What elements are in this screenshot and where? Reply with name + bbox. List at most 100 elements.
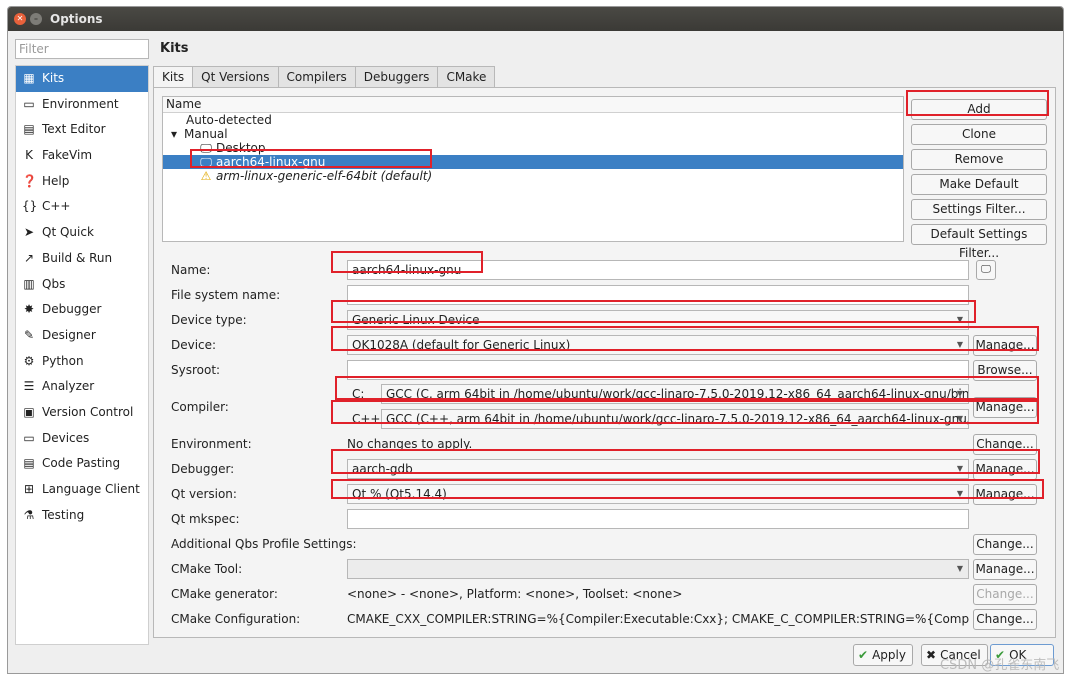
tab-kits[interactable]: Kits bbox=[153, 66, 194, 88]
remove-button[interactable]: Remove bbox=[911, 149, 1047, 170]
apply-button[interactable]: ✔ Apply bbox=[853, 644, 913, 666]
sidebar-item-devices[interactable]: ▭ Devices bbox=[16, 426, 148, 452]
python-icon: ⚙ bbox=[23, 353, 35, 368]
debugger-manage-button[interactable]: Manage... bbox=[973, 459, 1037, 480]
tab-qt-versions[interactable]: Qt Versions bbox=[192, 66, 279, 87]
cmake-tool-label: CMake Tool: bbox=[171, 562, 243, 576]
device-type-select[interactable]: Generic Linux Device ▼ bbox=[347, 310, 969, 330]
chevron-down-icon: ▼ bbox=[956, 564, 963, 573]
sidebar-item-qt-quick[interactable]: ➤ Qt Quick bbox=[16, 220, 148, 246]
qt-version-select[interactable]: Qt % (Qt5.14.4) ▼ bbox=[347, 484, 969, 504]
fakevim-icon: K bbox=[25, 148, 33, 163]
chevron-down-icon: ▼ bbox=[956, 340, 963, 349]
hammer-icon: ↗ bbox=[23, 250, 35, 265]
compiler-manage-button[interactable]: Manage... bbox=[973, 397, 1037, 418]
sidebar-item-label: Designer bbox=[42, 327, 96, 342]
file-system-name-field[interactable] bbox=[347, 285, 969, 305]
sidebar-item-testing[interactable]: ⚗ Testing bbox=[16, 503, 148, 529]
sysroot-browse-button[interactable]: Browse... bbox=[973, 360, 1037, 381]
chevron-down-icon: ▼ bbox=[956, 489, 963, 498]
help-icon: ❓ bbox=[22, 173, 37, 188]
clone-button[interactable]: Clone bbox=[911, 124, 1047, 145]
sidebar-item-language-client[interactable]: ⊞ Language Client bbox=[16, 477, 148, 503]
sidebar-item-c[interactable]: {} C++ bbox=[16, 194, 148, 220]
cmake-configuration-label: CMake Configuration: bbox=[171, 612, 301, 626]
tree-item[interactable]: Auto-detected bbox=[163, 113, 903, 127]
sidebar-item-text-editor[interactable]: ▤ Text Editor bbox=[16, 117, 148, 143]
sidebar-item-debugger[interactable]: ✸ Debugger bbox=[16, 297, 148, 323]
tree-item[interactable]: ▾ Manual bbox=[163, 127, 903, 141]
sidebar-item-environment[interactable]: ▭ Environment bbox=[16, 92, 148, 118]
qt-mkspec-field[interactable] bbox=[347, 509, 969, 529]
tree-item[interactable]: ⚠ arm-linux-generic-elf-64bit (default) bbox=[163, 169, 903, 183]
pencil-icon: ✎ bbox=[23, 327, 35, 342]
tree-item[interactable]: 🖵 aarch64-linux-gnu bbox=[163, 155, 903, 169]
qbs-icon: ▥ bbox=[23, 276, 35, 291]
kit-icon-button[interactable]: 🖵 bbox=[976, 260, 996, 280]
cmake-tool-select[interactable]: ▼ bbox=[347, 559, 969, 579]
sidebar-item-code-pasting[interactable]: ▤ Code Pasting bbox=[16, 451, 148, 477]
sidebar-item-analyzer[interactable]: ☰ Analyzer bbox=[16, 374, 148, 400]
qt-version-manage-button[interactable]: Manage... bbox=[973, 484, 1037, 505]
bug-icon: ✸ bbox=[23, 302, 35, 317]
plug-icon: ⊞ bbox=[23, 482, 35, 496]
tree-item-label: Manual bbox=[184, 127, 228, 141]
device-label: Device: bbox=[171, 338, 217, 352]
debugger-select[interactable]: aarch-gdb ▼ bbox=[347, 459, 969, 479]
sidebar-item-label: Qt Quick bbox=[42, 225, 94, 240]
cmake-tool-manage-button[interactable]: Manage... bbox=[973, 559, 1037, 580]
sidebar-item-fakevim[interactable]: K FakeVim bbox=[16, 143, 148, 169]
cancel-icon: ✖ bbox=[926, 648, 937, 662]
sidebar-item-help[interactable]: ❓ Help bbox=[16, 169, 148, 195]
chevron-down-icon[interactable]: ▾ bbox=[167, 127, 181, 141]
tab-debuggers[interactable]: Debuggers bbox=[354, 66, 439, 87]
filter-input[interactable]: Filter bbox=[15, 39, 149, 59]
kit-tree[interactable]: Name Auto-detected ▾ Manual 🖵 Desktop 🖵 aarch6… bbox=[162, 96, 904, 242]
cmake-generator-change-button: Change... bbox=[973, 584, 1037, 605]
tree-item[interactable]: 🖵 Desktop bbox=[163, 141, 903, 155]
sidebar-item-label: Analyzer bbox=[42, 379, 95, 394]
category-list: ▦ Kits ▭ Environment ▤ Text Editor K FakeVim ❓ He… bbox=[15, 65, 149, 645]
monitor-icon: 🖵 bbox=[981, 264, 991, 275]
minimize-icon[interactable]: – bbox=[30, 13, 42, 25]
tree-item-label: arm-linux-generic-elf-64bit (default) bbox=[216, 169, 433, 183]
sidebar-item-version-control[interactable]: ▣ Version Control bbox=[16, 400, 148, 426]
tree-header[interactable]: Name bbox=[163, 97, 903, 113]
environment-change-button[interactable]: Change... bbox=[973, 434, 1037, 455]
environment-label: Environment: bbox=[171, 437, 252, 451]
compiler-cpp-select[interactable]: GCC (C++, arm 64bit in /home/ubuntu/work… bbox=[381, 409, 969, 429]
sidebar-item-kits[interactable]: ▦ Kits bbox=[16, 66, 148, 92]
cmake-generator-label: CMake generator: bbox=[171, 587, 278, 601]
chevron-down-icon: ▼ bbox=[956, 315, 963, 324]
device-manage-button[interactable]: Manage... bbox=[973, 335, 1037, 356]
sidebar-item-qbs[interactable]: ▥ Qbs bbox=[16, 272, 148, 298]
sidebar-item-label: Environment bbox=[42, 96, 119, 111]
settings-filter-button[interactable]: Settings Filter... bbox=[911, 199, 1047, 220]
sidebar-item-designer[interactable]: ✎ Designer bbox=[16, 323, 148, 349]
cmake-configuration-value: CMAKE_CXX_COMPILER:STRING=%{Compiler:Exe… bbox=[347, 612, 969, 626]
tab-cmake[interactable]: CMake bbox=[437, 66, 496, 87]
sidebar-item-label: Help bbox=[42, 173, 70, 188]
qt-mkspec-label: Qt mkspec: bbox=[171, 512, 240, 526]
sysroot-field[interactable] bbox=[347, 360, 969, 380]
chevron-down-icon: ▼ bbox=[956, 464, 963, 473]
close-icon[interactable]: ✕ bbox=[14, 13, 26, 25]
qbs-change-button[interactable]: Change... bbox=[973, 534, 1037, 555]
name-field[interactable]: aarch64-linux-gnu bbox=[347, 260, 969, 280]
make-default-button[interactable]: Make Default bbox=[911, 174, 1047, 195]
sidebar-item-python[interactable]: ⚙ Python bbox=[16, 349, 148, 375]
default-settings-filter-button[interactable]: Default Settings Filter... bbox=[911, 224, 1047, 260]
compiler-c-select[interactable]: GCC (C, arm 64bit in /home/ubuntu/work/g… bbox=[381, 384, 969, 404]
sidebar-item-label: Python bbox=[42, 353, 84, 368]
environment-value: No changes to apply. bbox=[347, 437, 473, 451]
tree-item-label: aarch64-linux-gnu bbox=[216, 155, 326, 169]
tab-compilers[interactable]: Compilers bbox=[277, 66, 356, 87]
analyzer-icon: ☰ bbox=[23, 379, 35, 394]
sidebar-item-build-run[interactable]: ↗ Build & Run bbox=[16, 246, 148, 272]
tree-item-label: Auto-detected bbox=[186, 113, 272, 127]
debugger-value: aarch-gdb bbox=[352, 462, 413, 476]
device-select[interactable]: OK1028A (default for Generic Linux) ▼ bbox=[347, 335, 969, 355]
add-button[interactable]: Add bbox=[911, 99, 1047, 120]
chevron-down-icon: ▼ bbox=[956, 414, 963, 423]
cmake-configuration-change-button[interactable]: Change... bbox=[973, 609, 1037, 630]
